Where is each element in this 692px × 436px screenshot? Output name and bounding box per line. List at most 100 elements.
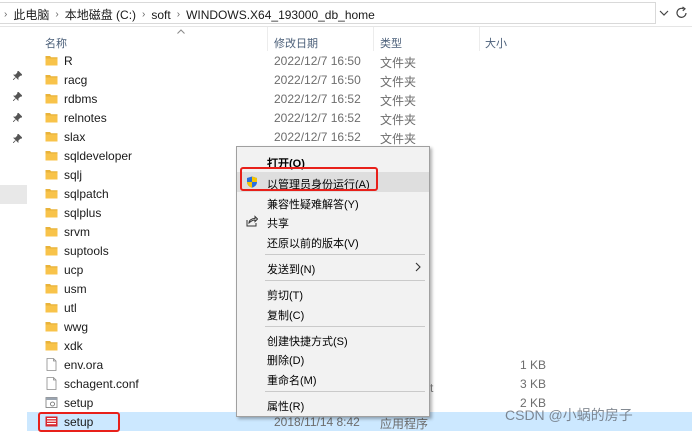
column-header-name[interactable]: 名称 [45,35,67,51]
refresh-icon[interactable] [674,4,690,22]
file-row[interactable]: racg 2022/12/7 16:50 文件夹 [27,70,692,89]
file-name: srvm [64,225,90,239]
file-row[interactable]: relnotes 2022/12/7 16:52 文件夹 [27,108,692,127]
file-modified: 2022/12/7 16:50 [274,54,361,68]
menu-item-create-shortcut[interactable]: 创建快捷方式(S) [237,329,429,349]
pin-icon[interactable] [13,71,22,80]
menu-separator [265,326,425,327]
sort-ascending-icon [177,29,185,34]
file-name: slax [64,130,86,144]
file-modified: 2022/12/7 16:52 [274,111,361,125]
pin-icon[interactable] [13,92,22,101]
menu-item-label: 删除(D) [267,355,305,367]
file-type: 文件夹 [380,75,417,89]
menu-separator [265,280,425,281]
chevron-right-icon: › [4,9,8,20]
file-modified: 2022/12/7 16:52 [274,92,361,106]
navigation-pane [0,27,27,436]
folder-icon [45,189,58,199]
folder-icon [45,341,58,351]
file-name: xdk [64,339,83,353]
menu-item-label: 剪切(T) [267,290,304,302]
share-icon [246,215,258,227]
file-type: 文件夹 [380,56,417,70]
column-header-size[interactable]: 大小 [485,35,507,51]
file-name: wwg [64,320,89,334]
breadcrumb-item-this-pc[interactable]: 此电脑 [13,6,49,23]
file-name: env.ora [64,358,104,372]
chevron-down-icon[interactable] [657,6,671,20]
menu-item-label: 创建快捷方式(S) [267,336,348,348]
folder-icon [45,56,58,66]
folder-icon [45,303,58,313]
chevron-right-icon[interactable]: › [55,9,58,20]
breadcrumb-item-soft[interactable]: soft [151,8,170,22]
column-divider[interactable] [373,27,374,51]
menu-item-label: 还原以前的版本(V) [267,238,359,250]
folder-icon [45,132,58,142]
menu-item-delete[interactable]: 删除(D) [237,348,429,368]
file-name: sqlj [64,168,83,182]
file-name: suptools [64,244,109,258]
file-name: rdbms [64,92,98,106]
menu-item-label: 复制(C) [267,310,305,322]
file-name: setup [64,396,94,410]
file-name: sqlplus [64,206,102,220]
file-name: racg [64,73,88,87]
folder-icon [45,322,58,332]
file-name: usm [64,282,87,296]
file-modified: 2018/11/14 8:42 [274,415,360,429]
folder-icon [45,75,58,85]
address-field[interactable]: › 此电脑 › 本地磁盘 (C:) › soft › WINDOWS.X64_1… [0,2,656,24]
file-row[interactable]: rdbms 2022/12/7 16:52 文件夹 [27,89,692,108]
file-row[interactable]: R 2022/12/7 16:50 文件夹 [27,51,692,70]
file-type: 文件夹 [380,94,417,108]
navigation-selected-item[interactable] [0,185,27,204]
menu-item-copy[interactable]: 复制(C) [237,303,429,323]
file-size: 1 KB [519,358,546,372]
file-icon [46,377,57,390]
menu-item-rename[interactable]: 重命名(M) [237,368,429,388]
column-divider[interactable] [267,27,268,51]
menu-separator [265,391,425,392]
folder-icon [45,170,58,180]
file-modified: 2022/12/7 16:52 [274,130,361,144]
menu-item-cut[interactable]: 剪切(T) [237,283,429,303]
file-type: 文件夹 [380,113,417,127]
menu-item-share[interactable]: 共享 [237,211,429,231]
folder-icon [45,94,58,104]
column-header-type[interactable]: 类型 [380,35,402,51]
file-type-partial: t [430,381,434,395]
file-size: 3 KB [519,377,546,391]
file-name: schagent.conf [64,377,139,391]
folder-icon [45,208,58,218]
menu-item-send-to[interactable]: 发送到(N) [237,257,429,277]
column-header-modified[interactable]: 修改日期 [274,35,318,51]
menu-item-compatibility-troubleshoot[interactable]: 兼容性疑难解答(Y) [237,192,429,212]
file-type: 文件夹 [380,132,417,146]
address-bar: › 此电脑 › 本地磁盘 (C:) › soft › WINDOWS.X64_1… [0,0,692,27]
file-type: 应用程序 [380,417,429,431]
file-name: sqlpatch [64,187,109,201]
annotation-highlight-setup [38,412,120,432]
file-modified: 2022/12/7 16:50 [274,73,361,87]
file-row[interactable]: slax 2022/12/7 16:52 文件夹 [27,127,692,146]
menu-separator [265,254,425,255]
menu-item-label: 共享 [267,218,289,230]
chevron-right-icon[interactable]: › [142,9,145,20]
file-name: ucp [64,263,84,277]
breadcrumb-item-current-folder[interactable]: WINDOWS.X64_193000_db_home [186,8,375,22]
menu-item-label: 兼容性疑难解答(Y) [267,199,359,211]
folder-icon [45,265,58,275]
menu-item-restore-previous[interactable]: 还原以前的版本(V) [237,231,429,251]
file-name: R [64,54,73,68]
breadcrumb: › 此电脑 › 本地磁盘 (C:) › soft › WINDOWS.X64_1… [4,6,375,23]
column-header: 名称 修改日期 类型 大小 [27,27,692,51]
pin-icon[interactable] [13,113,22,122]
breadcrumb-item-local-disk[interactable]: 本地磁盘 (C:) [65,6,136,23]
menu-item-properties[interactable]: 属性(R) [237,394,429,414]
pin-icon[interactable] [13,134,22,143]
file-name: sqldeveloper [64,149,133,163]
column-divider[interactable] [479,27,480,51]
chevron-right-icon[interactable]: › [177,9,180,20]
